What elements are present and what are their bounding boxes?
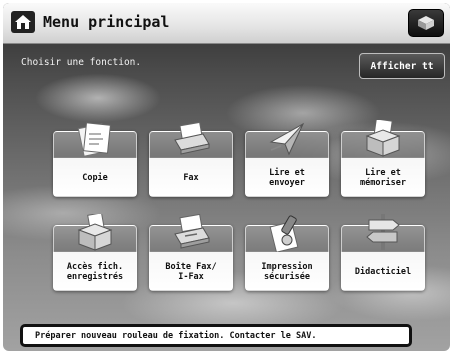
function-fax-button[interactable]: Fax (149, 121, 233, 197)
scan-send-icon (269, 122, 305, 156)
fax-inbox-icon (174, 214, 210, 249)
tutorial-icon (366, 214, 400, 250)
main-menu-screen: Menu principal Choisir une fonction. Aff… (3, 3, 450, 351)
cube-icon (418, 16, 434, 30)
function-stored-files-button[interactable]: Accès fich. enregistrés (53, 214, 137, 291)
home-icon[interactable] (11, 11, 35, 33)
copy-icon (77, 122, 111, 157)
title-bar: Menu principal (3, 3, 450, 44)
function-tutorial-button[interactable]: Didacticiel (341, 214, 425, 291)
function-fax-inbox-button[interactable]: Boîte Fax/ I-Fax (149, 214, 233, 291)
function-label: Accès fich. enregistrés (66, 262, 124, 282)
function-label: Copie (82, 173, 108, 183)
function-copy-button[interactable]: Copie (53, 122, 137, 197)
function-label: Didacticiel (354, 267, 412, 277)
stored-files-icon (77, 214, 113, 251)
page-title: Menu principal (43, 13, 170, 31)
function-label: Lire et envoyer (269, 168, 305, 188)
scan-store-icon (365, 120, 401, 157)
function-label: Fax (183, 173, 199, 183)
function-label: Boîte Fax/ I-Fax (165, 262, 217, 282)
function-scan-store-button[interactable]: Lire et mémoriser (341, 120, 425, 197)
function-secure-print-button[interactable]: Impression sécurisée (245, 215, 329, 291)
function-label: Impression sécurisée (261, 262, 313, 282)
function-label: Lire et mémoriser (359, 168, 407, 188)
secure-print-icon (269, 215, 299, 252)
network-status-button[interactable] (408, 9, 444, 37)
instruction-text: Choisir une fonction. (21, 57, 142, 68)
status-message-bar[interactable]: Préparer nouveau rouleau de fixation. Co… (20, 324, 412, 347)
show-all-button[interactable]: Afficher tt (359, 53, 445, 79)
function-scan-send-button[interactable]: Lire et envoyer (245, 122, 329, 197)
fax-icon (174, 121, 210, 155)
